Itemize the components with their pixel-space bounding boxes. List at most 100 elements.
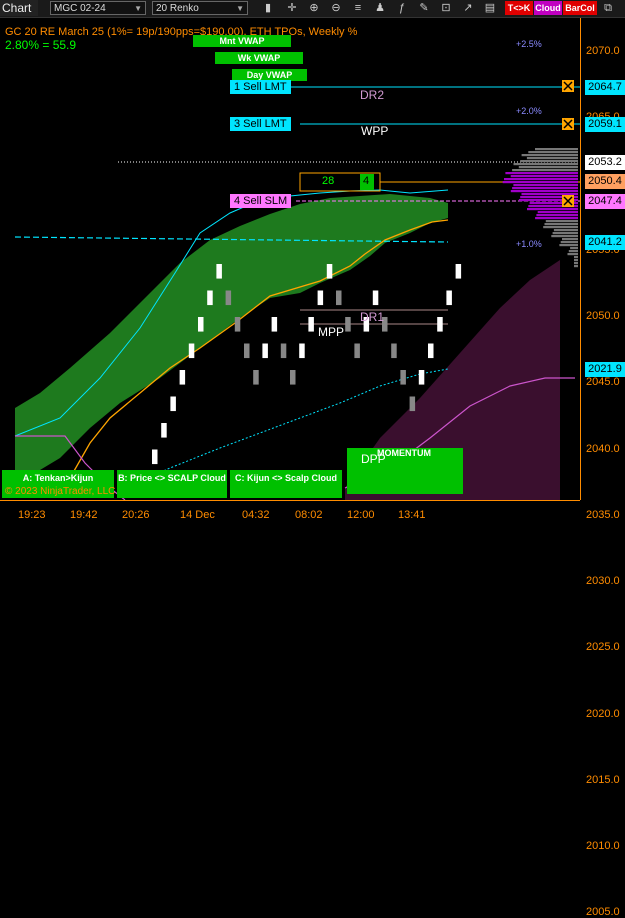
volume-profile <box>502 148 578 268</box>
cloud-button[interactable]: Cloud <box>534 1 562 15</box>
crosshair-icon[interactable]: ✛ <box>284 1 300 15</box>
volume-profile-bar <box>562 238 578 241</box>
volume-profile-bar <box>574 256 578 259</box>
price-tick-label: 2010.0 <box>586 840 620 852</box>
up-brick <box>262 343 268 359</box>
position-quantity: 28 <box>322 175 335 187</box>
volume-profile-bar <box>512 187 578 190</box>
order-tag-4[interactable]: 4 Sell SLM <box>230 194 292 208</box>
cancel-order-icon[interactable] <box>562 195 574 207</box>
up-brick <box>179 370 186 385</box>
time-label: 12:00 <box>347 509 375 521</box>
volume-profile-bar <box>504 178 578 181</box>
bar-type-selector[interactable]: 20 Renko ▼ <box>152 1 248 15</box>
order-price-box-3: 2059.1 <box>585 117 625 132</box>
time-label: 08:02 <box>295 509 323 521</box>
volume-profile-bar <box>560 241 578 244</box>
up-brick <box>326 264 333 279</box>
trend-icon[interactable]: ↗ <box>460 1 476 15</box>
position-pnl: 4 <box>363 175 370 187</box>
bars-icon[interactable]: ▮ <box>260 1 276 15</box>
order-tag-3[interactable]: 3 Sell LMT <box>230 117 291 131</box>
chevron-down-icon: ▼ <box>236 4 244 13</box>
cancel-order-icon[interactable] <box>562 80 574 92</box>
chart-trader-icon[interactable]: ▤ <box>482 1 498 15</box>
down-brick <box>225 290 232 306</box>
price-tick-label: 2070.0 <box>586 45 620 57</box>
volume-profile-bar <box>545 220 578 223</box>
order-price-box-4: 2047.4 <box>585 194 625 209</box>
zoom-out-icon[interactable]: ⊖ <box>328 1 344 15</box>
chart-plot-area[interactable]: GC 20 RE March 25 (1%= 19p/190pps=$190.0… <box>0 18 580 756</box>
volume-profile-bar <box>513 184 578 187</box>
price-tick-label: 2035.0 <box>586 508 620 521</box>
price-tick-label: 2050.0 <box>586 310 620 322</box>
down-brick <box>354 343 360 359</box>
price-tick-label: 2005.0 <box>586 906 620 918</box>
order-tag-1[interactable]: 1 Sell LMT <box>230 80 291 94</box>
kijun-scalp-cloud-button[interactable]: C: Kijun <> Scalp Cloud <box>230 470 342 498</box>
copyright-text: © 2023 NinjaTrader, LLC <box>5 486 116 497</box>
up-brick <box>437 317 443 332</box>
price-tick-label: 2015.0 <box>586 773 620 786</box>
cancel-order-icon[interactable] <box>562 118 574 130</box>
percent-20-label: +2.0% <box>516 106 542 116</box>
price-axis[interactable]: 2070.02065.02060.02055.02050.02045.02040… <box>580 18 625 918</box>
wpp-label: WPP <box>361 124 389 138</box>
dr2-label: DR2 <box>360 88 385 102</box>
up-brick <box>308 317 314 332</box>
volume-profile-bar <box>536 214 578 217</box>
time-label: 20:26 <box>122 509 150 521</box>
down-brick <box>345 317 351 332</box>
volume-profile-bar <box>527 208 578 211</box>
monthly-vwap-label: Mnt VWAP <box>193 35 291 47</box>
up-brick <box>188 343 195 359</box>
dr1-label: DR1 <box>360 310 385 324</box>
time-label: 19:42 <box>70 509 98 521</box>
time-label: 14 Dec <box>180 509 215 521</box>
down-brick <box>290 370 296 385</box>
volume-profile-bar <box>544 223 578 226</box>
lock-icon[interactable]: ⊡ <box>438 1 454 15</box>
indicators-icon[interactable]: ƒ <box>394 1 410 15</box>
zoom-in-icon[interactable]: ⊕ <box>306 1 322 15</box>
percent-price-box: 2041.2 <box>585 235 625 250</box>
percent-10-label: +1.0% <box>516 239 542 249</box>
volume-profile-bar <box>512 169 578 172</box>
price-tick-label: 2040.0 <box>586 442 620 455</box>
volume-profile-bar <box>559 244 578 247</box>
volume-profile-bar <box>526 157 578 160</box>
down-brick <box>280 343 287 359</box>
instrument-selector[interactable]: MGC 02-24 ▼ <box>50 1 146 15</box>
price-scalp-cloud-button[interactable]: B: Price <> SCALP Cloud <box>117 470 227 498</box>
link-icon[interactable]: ⧉ <box>600 1 616 15</box>
tk-button[interactable]: T<>K <box>505 1 533 15</box>
momentum-label: MOMENTUM <box>377 448 431 458</box>
chart-toolbar: Chart MGC 02-24 ▼ 20 Renko ▼ ▮ ✛ ⊕ ⊖ ≡ ♟… <box>0 0 625 18</box>
volume-profile-bar <box>552 232 578 235</box>
barcol-button[interactable]: BarCol <box>563 1 597 15</box>
instrument-label: MGC 02-24 <box>54 3 106 14</box>
up-brick <box>418 370 425 385</box>
volume-profile-bar <box>543 226 578 229</box>
down-brick <box>400 370 406 385</box>
up-brick <box>446 290 452 306</box>
lagging-price-box: 2021.9 <box>585 362 625 377</box>
down-brick <box>409 396 416 412</box>
price-tick-label: 2045.0 <box>586 376 620 389</box>
volume-profile-bar <box>574 265 578 268</box>
order-price-box-1: 2064.7 <box>585 80 625 95</box>
down-brick <box>391 343 397 359</box>
time-axis[interactable]: 19:23 19:42 20:26 14 Dec 04:32 08:02 12:… <box>0 500 580 529</box>
drawing-icon[interactable]: ✎ <box>416 1 432 15</box>
properties-icon[interactable]: ≡ <box>350 1 366 15</box>
strategy-icon[interactable]: ♟ <box>372 1 388 15</box>
volume-profile-bar <box>510 175 578 178</box>
volume-profile-bar <box>535 148 578 151</box>
volume-profile-bar <box>574 262 578 265</box>
price-tick-label: 2030.0 <box>586 575 620 587</box>
up-brick <box>216 264 222 279</box>
last-price-box: 2053.2 <box>585 155 625 170</box>
window-title: Chart <box>0 0 38 16</box>
percent-25-label: +2.5% <box>516 39 542 49</box>
